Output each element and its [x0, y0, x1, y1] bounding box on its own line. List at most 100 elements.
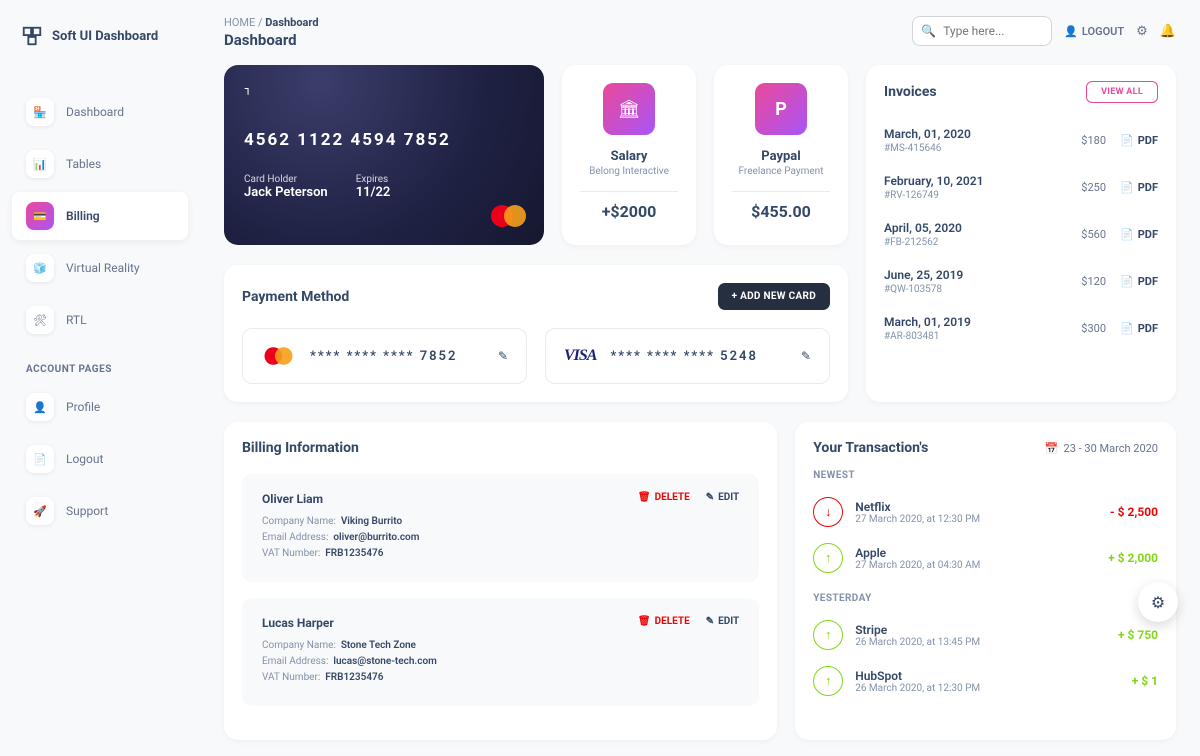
settings-icon[interactable]: ⚙: [1136, 24, 1148, 39]
edit-icon[interactable]: ✎: [498, 349, 508, 363]
main: HOME / Dashboard Dashboard 🔍 👤LOGOUT ⚙ 🔔: [200, 0, 1200, 756]
card-holder-label: Card Holder: [244, 174, 328, 185]
sidebar-item-support[interactable]: 🚀Support: [12, 487, 188, 535]
invoice-amount: $560: [1081, 228, 1106, 241]
sidebar-item-vr[interactable]: 🧊 Virtual Reality: [12, 244, 188, 292]
logout-link[interactable]: 👤LOGOUT: [1064, 25, 1124, 38]
payment-card-row: **** **** **** 7852 ✎: [242, 328, 527, 384]
invoice-pdf-button[interactable]: 📄PDF: [1120, 181, 1158, 194]
invoice-id: #AR-803481: [884, 331, 971, 342]
mastercard-icon: [265, 347, 293, 365]
invoice-pdf-button[interactable]: 📄PDF: [1120, 134, 1158, 147]
sidebar-item-label: Logout: [66, 452, 103, 466]
billing-card: Lucas Harper Company Name: Stone Tech Zo…: [242, 598, 759, 706]
transaction-row: ↓ Netflix 27 March 2020, at 12:30 PM - $…: [813, 489, 1158, 535]
delete-button[interactable]: 🗑DELETE: [638, 616, 690, 627]
invoice-date: June, 25, 2019: [884, 268, 963, 282]
invoice-id: #MS-415646: [884, 143, 971, 154]
settings-fab[interactable]: ⚙: [1138, 582, 1178, 622]
invoices-title: Invoices: [884, 84, 937, 100]
edit-button[interactable]: ✎EDIT: [706, 616, 740, 627]
trash-icon: 🗑: [638, 492, 651, 503]
view-all-button[interactable]: VIEW ALL: [1086, 81, 1158, 103]
app-name: Soft UI Dashboard: [52, 29, 158, 44]
invoices-panel: Invoices VIEW ALL March, 01, 2020 #MS-41…: [866, 65, 1176, 402]
billing-info-title: Billing Information: [242, 440, 759, 456]
edit-icon[interactable]: ✎: [801, 349, 811, 363]
sidebar-item-dashboard[interactable]: 🏪Dashboard: [12, 88, 188, 136]
search: 🔍: [912, 16, 1052, 46]
payment-method-title: Payment Method: [242, 289, 349, 305]
delete-button[interactable]: 🗑DELETE: [638, 492, 690, 503]
mini-sub: Freelance Payment: [739, 166, 824, 177]
arrow-up-icon: ↑: [813, 543, 843, 573]
sidebar-item-profile[interactable]: 👤Profile: [12, 383, 188, 431]
invoice-row: June, 25, 2019 #QW-103578 $120 📄PDF: [884, 258, 1158, 305]
visa-icon: VISA: [564, 347, 596, 365]
bell-icon[interactable]: 🔔: [1160, 24, 1176, 39]
invoice-row: March, 01, 2020 #MS-415646 $180 📄PDF: [884, 117, 1158, 164]
invoice-amount: $180: [1081, 134, 1106, 147]
sidebar-item-billing[interactable]: 💳Billing: [12, 192, 188, 240]
billing-email: Email Address: lucas@stone-tech.com: [262, 656, 437, 667]
rocket-icon: 🚀: [26, 497, 54, 525]
sidebar-item-label: Tables: [66, 157, 101, 171]
transactions-section-newest: NEWEST: [813, 470, 1158, 481]
bank-icon: 🏛: [603, 83, 655, 135]
sidebar-section-title: ACCOUNT PAGES: [12, 348, 188, 383]
credit-card: ⌐ 4562 1122 4594 7852 Card Holder Jack P…: [224, 65, 544, 245]
arrow-up-icon: ↑: [813, 666, 843, 696]
payment-method-panel: Payment Method + ADD NEW CARD **** **** …: [224, 265, 848, 402]
tools-icon: 🛠: [26, 306, 54, 334]
transaction-row: ↑ Stripe 26 March 2020, at 13:45 PM + $ …: [813, 612, 1158, 658]
transaction-date: 27 March 2020, at 04:30 AM: [855, 560, 1096, 571]
invoice-date: March, 01, 2020: [884, 127, 971, 141]
transactions-title: Your Transaction's: [813, 440, 928, 456]
mini-amount: $455.00: [751, 202, 811, 221]
add-card-button[interactable]: + ADD NEW CARD: [718, 283, 830, 310]
file-icon: 📄: [1120, 134, 1134, 147]
cube-icon: 🧊: [26, 254, 54, 282]
edit-button[interactable]: ✎EDIT: [706, 492, 740, 503]
user-icon: 👤: [1064, 25, 1078, 38]
billing-vat: VAT Number: FRB1235476: [262, 672, 437, 683]
sidebar-item-logout[interactable]: 📄Logout: [12, 435, 188, 483]
invoice-amount: $300: [1081, 322, 1106, 335]
transaction-name: Stripe: [855, 623, 1106, 637]
sidebar-item-label: Virtual Reality: [66, 261, 140, 275]
transaction-row: ↑ Apple 27 March 2020, at 04:30 AM + $ 2…: [813, 535, 1158, 581]
sidebar-item-tables[interactable]: 📊Tables: [12, 140, 188, 188]
transaction-date: 26 March 2020, at 12:30 PM: [855, 683, 1120, 694]
card-holder: Jack Peterson: [244, 185, 328, 200]
billing-card: Oliver Liam Company Name: Viking Burrito…: [242, 474, 759, 582]
billing-vat: VAT Number: FRB1235476: [262, 548, 419, 559]
sidebar: Soft UI Dashboard 🏪Dashboard 📊Tables 💳Bi…: [0, 0, 200, 756]
invoice-pdf-button[interactable]: 📄PDF: [1120, 228, 1158, 241]
billing-company: Company Name: Stone Tech Zone: [262, 640, 437, 651]
transaction-date: 27 March 2020, at 12:30 PM: [855, 514, 1098, 525]
invoice-id: #QW-103578: [884, 284, 963, 295]
logo[interactable]: Soft UI Dashboard: [12, 24, 188, 68]
breadcrumb-root[interactable]: HOME: [224, 16, 255, 29]
mini-title: Salary: [611, 149, 648, 164]
search-icon: 🔍: [921, 24, 936, 38]
topbar: HOME / Dashboard Dashboard 🔍 👤LOGOUT ⚙ 🔔: [224, 16, 1176, 49]
transaction-amount: + $ 1: [1132, 674, 1158, 688]
invoice-pdf-button[interactable]: 📄PDF: [1120, 275, 1158, 288]
sidebar-item-label: Profile: [66, 400, 100, 414]
logo-icon: [20, 24, 44, 48]
billing-name: Lucas Harper: [262, 616, 437, 630]
card-number: 4562 1122 4594 7852: [244, 130, 524, 150]
transaction-name: HubSpot: [855, 669, 1120, 683]
invoice-row: April, 05, 2020 #FB-212562 $560 📄PDF: [884, 211, 1158, 258]
file-icon: 📄: [1120, 181, 1134, 194]
invoice-pdf-button[interactable]: 📄PDF: [1120, 322, 1158, 335]
card-masked-number: **** **** **** 5248: [610, 349, 786, 364]
arrow-up-icon: ↑: [813, 620, 843, 650]
card-expires-label: Expires: [356, 174, 391, 185]
billing-info-panel: Billing Information Oliver Liam Company …: [224, 422, 777, 740]
transaction-name: Apple: [855, 546, 1096, 560]
sidebar-item-rtl[interactable]: 🛠RTL: [12, 296, 188, 344]
transaction-amount: + $ 750: [1118, 628, 1158, 642]
breadcrumb-current: Dashboard: [265, 16, 318, 29]
